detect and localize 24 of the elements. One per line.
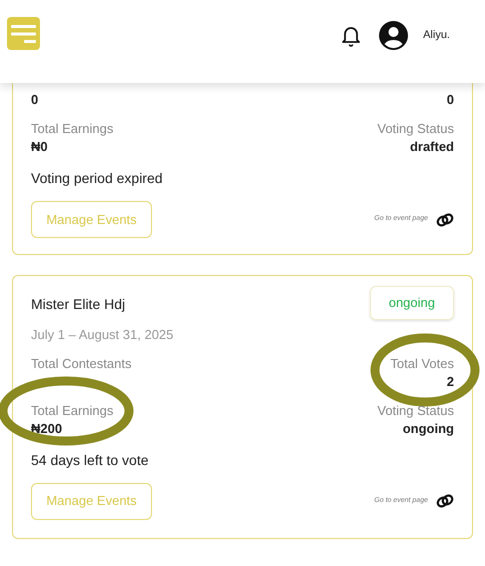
menu-icon	[11, 24, 36, 44]
stat-value: ₦0	[31, 138, 48, 156]
voting-note: Voting period expired	[31, 169, 164, 188]
voting-note: 54 days left to vote	[31, 450, 150, 470]
stat-label: Total Earnings	[31, 120, 114, 138]
stat-label: Total Earnings	[31, 402, 114, 420]
link-icon	[436, 212, 454, 226]
status-badge: ongoing	[370, 286, 454, 320]
stat-value: 2	[446, 372, 454, 390]
stat-value: 0	[31, 91, 38, 109]
stat-value: ₦200	[31, 420, 62, 438]
user-name: Aliyu.	[423, 28, 450, 44]
stat-label: Total Contestants	[31, 354, 132, 372]
stat-label: Voting Status	[377, 402, 454, 420]
avatar-icon[interactable]	[379, 21, 408, 50]
stat-value: ongoing	[402, 420, 454, 438]
stat-value: drafted	[410, 138, 454, 156]
event-title: Mister Elite Hdj	[31, 295, 126, 314]
stat-label: Total Votes	[390, 354, 454, 372]
link-icon	[436, 494, 454, 508]
stat-label: Voting Status	[377, 120, 454, 138]
bell-icon[interactable]	[341, 24, 362, 46]
event-dates: July 1 – August 31, 2025	[31, 326, 174, 344]
stat-value: 0	[446, 91, 454, 109]
